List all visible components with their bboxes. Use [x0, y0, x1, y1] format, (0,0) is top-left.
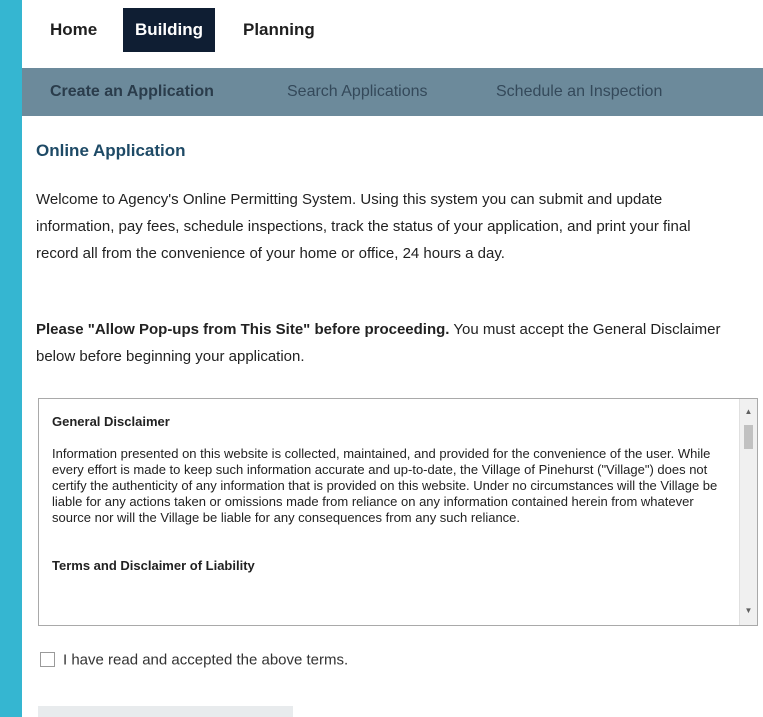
continue-button[interactable]: [38, 706, 293, 717]
accept-terms-checkbox[interactable]: [40, 651, 55, 667]
accept-terms-row: I have read and accepted the above terms…: [40, 651, 348, 671]
top-nav: Home Building Planning: [22, 8, 763, 52]
subnav-search-applications[interactable]: Search Applications: [287, 68, 428, 116]
disclaimer-body: Information presented on this website is…: [52, 446, 718, 525]
sub-nav: Create an Application Search Application…: [22, 68, 763, 116]
app-window: Home Building Planning Create an Applica…: [22, 0, 763, 717]
scrollbar-thumb[interactable]: [744, 425, 753, 449]
disclaimer-content: General Disclaimer Information presented…: [52, 414, 736, 574]
subnav-schedule-inspection[interactable]: Schedule an Inspection: [496, 68, 662, 116]
popup-note-bold: Please "Allow Pop-ups from This Site" be…: [36, 321, 450, 338]
welcome-text: Welcome to Agency's Online Permitting Sy…: [36, 191, 691, 262]
accept-terms-label[interactable]: I have read and accepted the above terms…: [63, 652, 348, 669]
popup-note: Please "Allow Pop-ups from This Site" be…: [36, 316, 736, 370]
disclaimer-box[interactable]: General Disclaimer Information presented…: [38, 398, 758, 626]
tab-building[interactable]: Building: [123, 8, 215, 52]
tab-planning[interactable]: Planning: [243, 8, 315, 52]
page-title: Online Application: [36, 141, 186, 160]
disclaimer-scrollbar[interactable]: ▲ ▼: [739, 399, 757, 625]
tab-home[interactable]: Home: [50, 8, 97, 52]
scroll-up-arrow-icon[interactable]: ▲: [740, 403, 757, 420]
scroll-down-arrow-icon[interactable]: ▼: [740, 602, 757, 619]
disclaimer-heading: General Disclaimer: [52, 414, 170, 429]
disclaimer-heading-terms: Terms and Disclaimer of Liability: [52, 558, 255, 573]
subnav-create-application[interactable]: Create an Application: [50, 68, 214, 116]
